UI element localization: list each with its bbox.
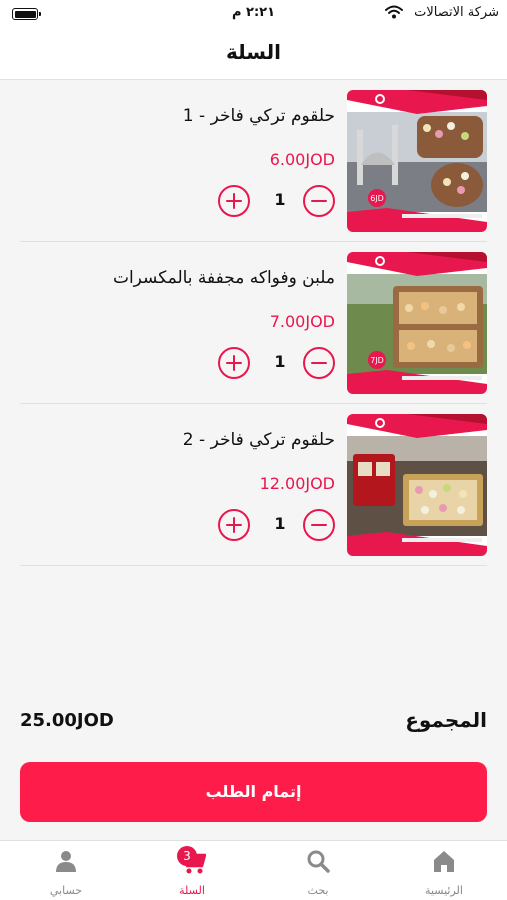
checkout-button[interactable]: إتمام الطلب (20, 762, 487, 822)
total-label: المجموع (405, 708, 487, 732)
cart-item: حلقوم تركي فاخر - 2 12.00JOD 1 (20, 404, 487, 566)
total-value: 25.00JOD (20, 710, 114, 731)
item-name[interactable]: حلقوم تركي فاخر - 2 (183, 430, 335, 450)
battery-icon (12, 8, 41, 20)
cart-item: 7JD ملبن وفواكه مجففة بالمكسرات 7.00JOD … (20, 242, 487, 404)
product-image[interactable]: 7JD (347, 252, 487, 394)
item-name[interactable]: ملبن وفواكه مجففة بالمكسرات (113, 268, 335, 288)
cart-count-badge: 3 (177, 846, 197, 866)
tab-account[interactable]: حسابي (3, 841, 129, 900)
thumb-price: 6JD (370, 194, 384, 203)
item-price: 7.00JOD (269, 312, 335, 331)
thumb-price: 7JD (370, 356, 384, 365)
cart-item: 6JD حلقوم تركي فاخر - 1 6.00JOD 1 (20, 80, 487, 242)
page-header: السلة (0, 30, 507, 80)
tab-cart[interactable]: 3 السلة (129, 841, 255, 900)
home-icon (431, 849, 457, 877)
tab-label: السلة (179, 884, 205, 897)
user-icon (54, 849, 78, 877)
decrease-quantity-button[interactable] (303, 185, 335, 217)
decrease-quantity-button[interactable] (303, 347, 335, 379)
status-time: ٢:٢١ م (231, 5, 276, 20)
tab-bar: الرئيسية بحث 3 السلة حسابي (0, 840, 507, 900)
item-price: 6.00JOD (269, 150, 335, 169)
tab-label: حسابي (49, 884, 83, 897)
quantity-value: 1 (274, 352, 286, 371)
increase-quantity-button[interactable] (218, 347, 250, 379)
tab-home[interactable]: الرئيسية (381, 841, 507, 900)
item-price: 12.00JOD (259, 474, 335, 493)
quantity-value: 1 (274, 514, 286, 533)
status-bar: شركة الاتصالات ٢:٢١ م (0, 0, 507, 30)
item-name[interactable]: حلقوم تركي فاخر - 1 (183, 106, 335, 126)
quantity-value: 1 (274, 190, 286, 209)
decrease-quantity-button[interactable] (303, 509, 335, 541)
product-image[interactable] (347, 414, 487, 556)
tab-label: الرئيسية (425, 884, 463, 897)
increase-quantity-button[interactable] (218, 185, 250, 217)
search-icon (306, 849, 330, 877)
tab-search[interactable]: بحث (255, 841, 381, 900)
tab-label: بحث (307, 884, 329, 897)
product-image[interactable]: 6JD (347, 90, 487, 232)
page-title: السلة (225, 40, 281, 64)
increase-quantity-button[interactable] (218, 509, 250, 541)
